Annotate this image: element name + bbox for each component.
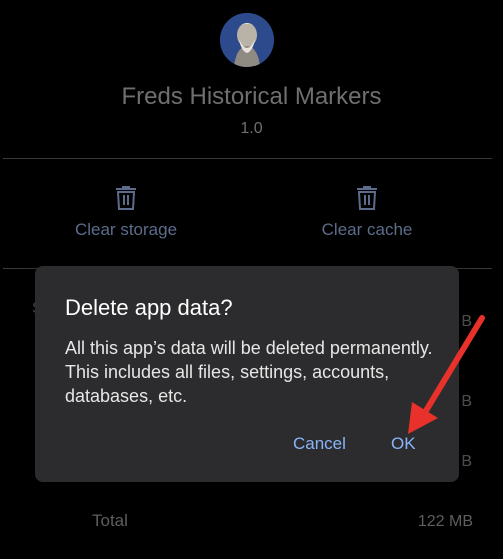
app-icon-avatar [220,13,274,67]
cancel-button[interactable]: Cancel [293,434,346,454]
app-version: 1.0 [240,120,263,137]
divider [3,158,492,159]
red-arrow-annotation [408,315,485,434]
clear-storage-label: Clear storage [74,220,178,239]
clear-storage-button[interactable]: Clear storage [46,184,206,240]
trash-icon [357,186,377,210]
dialog-message: All this app’s data will be deleted perm… [65,338,433,406]
trash-icon [116,186,136,210]
total-label: Total [92,511,128,530]
app-info-screen: Freds Historical Markers 1.0 Clear stora… [0,0,503,559]
row-value-partial: B [461,453,472,470]
clear-cache-button[interactable]: Clear cache [287,184,447,240]
dialog-title: Delete app data? [65,295,233,320]
app-name: Freds Historical Markers [121,83,382,110]
delete-app-data-dialog: Delete app data? All this app’s data wil… [35,266,459,482]
total-value: 122 MB [417,513,473,530]
clear-cache-label: Clear cache [321,220,413,239]
